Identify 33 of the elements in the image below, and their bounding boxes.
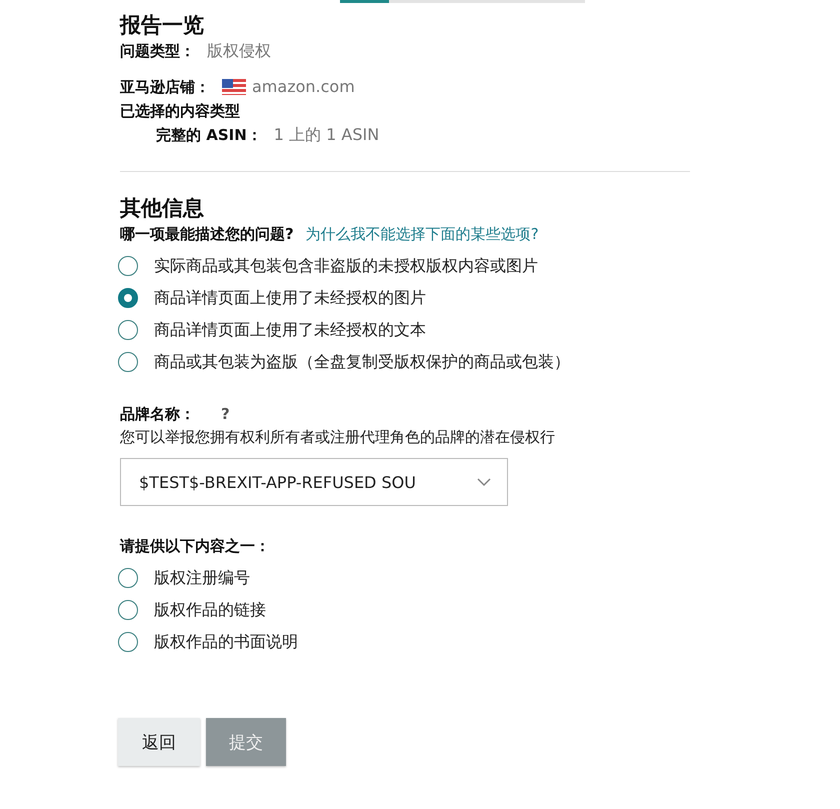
radio-button[interactable] <box>118 568 138 588</box>
field-value: amazon.com <box>252 76 355 98</box>
field-label: 问题类型： <box>120 41 195 62</box>
option-label: 版权作品的链接 <box>154 599 266 621</box>
radio-button[interactable] <box>118 352 138 372</box>
field-label: 完整的 ASIN： <box>156 125 262 146</box>
option-label: 版权作品的书面说明 <box>154 631 298 653</box>
section-label: 请提供以下内容之一： <box>120 536 270 557</box>
option-label: 商品详情页面上使用了未经授权的图片 <box>154 287 426 309</box>
field-label: 品牌名称： <box>120 404 195 425</box>
field-value: 1 上的 1 ASIN <box>274 124 380 146</box>
option-label: 实际商品或其包装包含非盗版的未授权版权内容或图片 <box>154 255 538 277</box>
radio-button[interactable] <box>118 320 138 340</box>
back-button[interactable]: 返回 <box>118 718 200 766</box>
option-label: 商品详情页面上使用了未经授权的文本 <box>154 319 426 341</box>
field-value: 版权侵权 <box>207 40 271 62</box>
option-label: 商品或其包装为盗版（全盘复制受版权保护的商品或包装） <box>154 351 570 373</box>
radio-button[interactable] <box>118 288 138 308</box>
question-label: 哪一项最能描述您的问题? <box>120 224 294 245</box>
radio-button[interactable] <box>118 632 138 652</box>
help-icon[interactable]: ? <box>221 402 230 426</box>
chevron-down-icon <box>477 477 491 487</box>
hint-text: 您可以举报您拥有权利所有者或注册代理角色的品牌的潜在侵权行 <box>120 427 556 448</box>
radio-button[interactable] <box>118 600 138 620</box>
field-label: 亚马逊店铺： <box>120 77 210 98</box>
section-title: 其他信息 <box>120 195 205 222</box>
section-title: 报告一览 <box>120 12 205 39</box>
brand-select[interactable]: $TEST$-BREXIT-APP-REFUSED SOU <box>120 458 508 506</box>
help-link[interactable]: 为什么我不能选择下面的某些选项? <box>306 222 539 246</box>
field-label: 已选择的内容类型 <box>120 101 240 122</box>
option-label: 版权注册编号 <box>154 567 250 589</box>
radio-button[interactable] <box>118 256 138 276</box>
flag-icon <box>222 79 246 95</box>
